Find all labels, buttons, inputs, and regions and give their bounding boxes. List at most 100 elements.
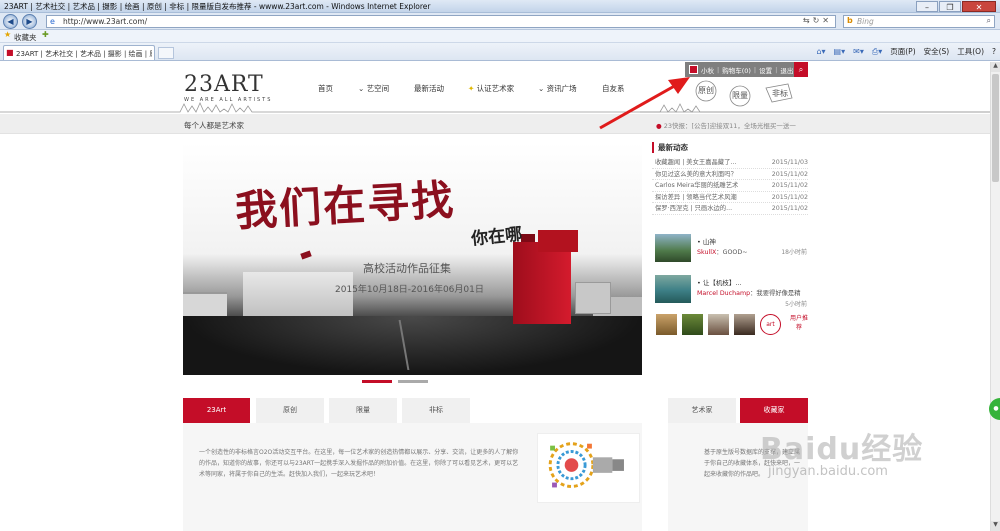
feed-thumbnail[interactable] xyxy=(655,275,691,303)
activity-feed-item[interactable]: • 山神 SkullX：GOOD~ 18小时前 xyxy=(655,234,807,274)
list-item[interactable]: 探访差异 | 领略当代艺术风潮 2015/11/02 xyxy=(652,192,808,204)
slider-dot-active[interactable] xyxy=(362,380,392,383)
avatar[interactable] xyxy=(734,314,755,335)
favorites-label[interactable]: 收藏夹 xyxy=(14,32,37,43)
help-menu[interactable]: ? xyxy=(992,47,996,56)
banner-dates: 2015年10月18日-2016年06月01日 xyxy=(335,285,484,295)
tab-limited[interactable]: 限量 xyxy=(329,398,397,423)
username-link[interactable]: 小秋 xyxy=(701,65,714,75)
new-tab-button[interactable] xyxy=(158,47,174,59)
recommended-users: art xyxy=(656,314,781,335)
red-sculpture xyxy=(538,230,578,252)
avatar[interactable] xyxy=(656,314,677,335)
tab-nonstandard[interactable]: 非标 xyxy=(402,398,470,423)
feed-thumbnail[interactable] xyxy=(655,234,691,262)
list-item[interactable]: 收藏趣闻 | 美女王嘉晶藏了... 2015/11/03 xyxy=(652,157,808,169)
window-title: 23ART | 艺术社交 | 艺术品 | 摄影 | 绘画 | 原创 | 非标 |… xyxy=(4,2,431,11)
window-controls: – ❐ ✕ xyxy=(916,1,996,12)
banner-subheadline: 你在哪 xyxy=(470,224,524,250)
tab-original[interactable]: 原创 xyxy=(256,398,324,423)
separator: | xyxy=(753,65,757,74)
nav-certified-artists[interactable]: ✦ 认证艺术家 xyxy=(468,83,514,94)
red-sculpture xyxy=(513,242,571,324)
compat-icon[interactable]: ⇆ xyxy=(803,16,813,25)
tag-decoration: 原创 限量 非标 xyxy=(695,80,793,107)
avatar[interactable]: art xyxy=(760,314,781,335)
url-tools[interactable]: ⇆↻✕ xyxy=(803,16,832,25)
add-favorite-icon[interactable]: ✚ xyxy=(42,30,49,39)
favorites-star-icon[interactable]: ★ xyxy=(4,30,11,39)
window-titlebar: 23ART | 艺术社交 | 艺术品 | 摄影 | 绘画 | 原创 | 非标 |… xyxy=(0,0,1000,13)
user-avatar-icon[interactable] xyxy=(689,65,698,74)
page-viewport: 小秋 | 购物车(0) | 设置 | 退出 ⌕ 23ART WE ARE ALL… xyxy=(0,62,990,531)
address-bar: ◀ ▶ e http://www.23art.com/ ⇆↻✕ b Bing ⌕ xyxy=(0,13,1000,30)
list-item[interactable]: Carlos Meira华丽的纸雕艺术 2015/11/02 xyxy=(652,180,808,192)
slider-dot[interactable] xyxy=(398,380,428,383)
search-icon[interactable]: ⌕ xyxy=(987,16,991,26)
minimize-button[interactable]: – xyxy=(916,1,938,12)
feeds-icon[interactable]: ▤▾ xyxy=(834,47,846,56)
grey-box-shape xyxy=(575,282,611,314)
print-icon[interactable]: ⎙▾ xyxy=(872,47,882,57)
hero-banner[interactable]: 我们在寻找 你在哪 高校活动作品征集 2015年10月18日-2016年06月0… xyxy=(183,142,642,375)
page-menu[interactable]: 页面(P) xyxy=(890,46,915,57)
close-window-button[interactable]: ✕ xyxy=(962,1,996,12)
list-item[interactable]: 你见过这么美的意大利面吗？ 2015/11/02 xyxy=(652,169,808,181)
nav-home[interactable]: 首页 xyxy=(318,83,333,94)
scroll-thumb[interactable] xyxy=(992,74,999,182)
chevron-down-icon: ⌄ xyxy=(538,84,547,93)
logout-link[interactable]: 退出 xyxy=(780,65,793,75)
cart-link[interactable]: 购物车(0) xyxy=(722,65,751,75)
tab-collector[interactable]: 收藏家 xyxy=(740,398,808,423)
logo-mark: 23ART xyxy=(184,72,264,97)
tab-bar: ■ 23ART | 艺术社交 | 艺术品 | 摄影 | 绘画 | 原创... ⌂… xyxy=(0,43,1000,61)
site-search-button[interactable]: ⌕ xyxy=(794,62,808,77)
tools-menu[interactable]: 工具(O) xyxy=(957,46,984,57)
watermark-main: Baidu经验 xyxy=(760,432,924,467)
nav-art-space[interactable]: ⌄ 艺空间 xyxy=(358,83,389,94)
page-scrollbar[interactable]: ▲ ▼ xyxy=(990,62,1000,531)
maximize-button[interactable]: ❐ xyxy=(939,1,961,12)
list-item[interactable]: 保罗·西涅克 | 只画水边的... 2015/11/02 xyxy=(652,203,808,215)
search-input[interactable]: b Bing ⌕ xyxy=(843,15,995,28)
url-field[interactable]: e http://www.23art.com/ ⇆↻✕ xyxy=(46,15,836,28)
scroll-up-icon[interactable]: ▲ xyxy=(991,62,1000,72)
tab-title: 23ART | 艺术社交 | 艺术品 | 摄影 | 绘画 | 原创... xyxy=(16,50,152,58)
tag-nonstandard: 非标 xyxy=(772,88,788,98)
url-text: http://www.23art.com/ xyxy=(63,17,148,26)
home-icon[interactable]: ⌂▾ xyxy=(816,47,825,56)
tab-artist[interactable]: 艺术家 xyxy=(668,398,736,423)
news-ticker[interactable]: ● 23快报：[公告]迎接双11，全场光棍买一送一 xyxy=(656,120,796,130)
back-button[interactable]: ◀ xyxy=(3,14,18,29)
settings-link[interactable]: 设置 xyxy=(759,65,772,75)
lightbulb-illustration xyxy=(537,433,640,503)
activity-feed-item[interactable]: • 让【机枝】... Marcel Duchamp：我要得好像是精 5小时前 xyxy=(655,275,807,315)
banner-title: 高校活动作品征集 xyxy=(363,262,451,275)
separator: | xyxy=(775,65,778,74)
verified-badge-icon: ✦ xyxy=(468,84,477,93)
avatar[interactable] xyxy=(682,314,703,335)
safety-menu[interactable]: 安全(S) xyxy=(924,46,950,57)
slider-pagination xyxy=(362,380,428,383)
scroll-down-icon[interactable]: ▼ xyxy=(991,521,1000,531)
tag-original: 原创 xyxy=(698,85,714,95)
mail-icon[interactable]: ✉▾ xyxy=(853,47,864,56)
site-logo[interactable]: 23ART WE ARE ALL ARTISTS xyxy=(184,72,272,104)
feed-comment: Marcel Duchamp：我要得好像是精 xyxy=(697,290,801,297)
browser-tab[interactable]: ■ 23ART | 艺术社交 | 艺术品 | 摄影 | 绘画 | 原创... xyxy=(3,45,155,60)
feed-time: 18小时前 xyxy=(781,249,807,256)
feed-title[interactable]: • 让【机枝】... xyxy=(697,277,742,287)
sub-header-bar: 每个人都是艺术家 ● 23快报：[公告]迎接双11，全场光棍买一送一 xyxy=(0,114,990,134)
tab-23art[interactable]: 23Art xyxy=(183,398,250,423)
nav-news-square[interactable]: ⌄ 资讯广场 xyxy=(538,83,577,94)
feed-time: 5小时前 xyxy=(785,301,807,308)
feed-title[interactable]: • 山神 xyxy=(697,236,716,246)
user-recommend-label[interactable]: 用户推荐 xyxy=(790,314,808,332)
avatar[interactable] xyxy=(708,314,729,335)
nav-latest-events[interactable]: 最新活动 xyxy=(414,83,444,94)
stop-icon[interactable]: ✕ xyxy=(822,16,832,25)
user-bar: 小秋 | 购物车(0) | 设置 | 退出 xyxy=(685,62,798,77)
forward-button[interactable]: ▶ xyxy=(22,14,37,29)
refresh-icon[interactable]: ↻ xyxy=(813,16,823,25)
nav-friends[interactable]: 自友系 xyxy=(602,83,625,94)
